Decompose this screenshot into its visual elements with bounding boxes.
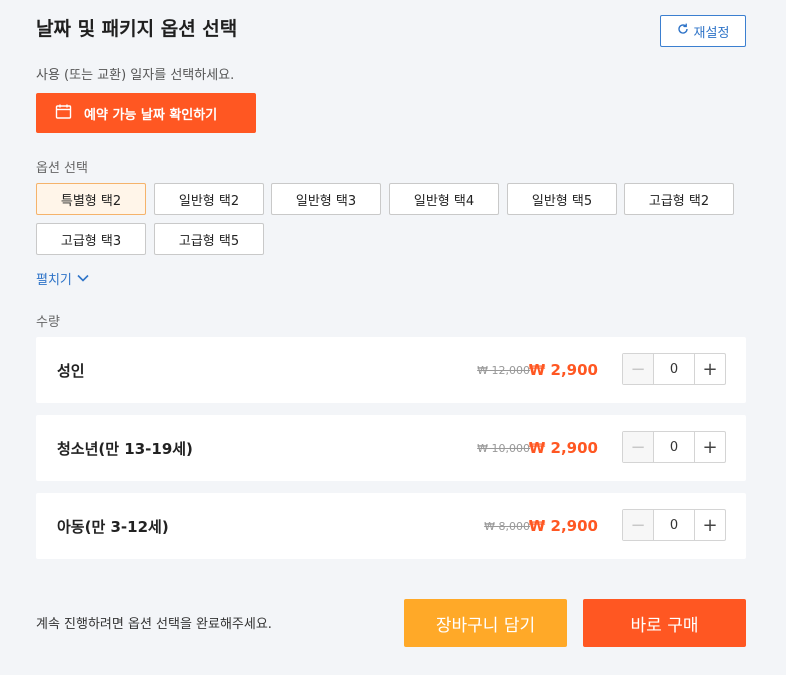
option-label: 고급형 택3 [60, 233, 122, 249]
reset-label: 재설정 [693, 25, 730, 41]
option-item[interactable]: 일반형 택4 [389, 183, 499, 215]
option-item[interactable]: 고급형 택3 [36, 223, 146, 255]
ticket-type: 청소년(만 13-19세) [57, 439, 193, 458]
original-price: ₩ 12,000 [477, 363, 530, 377]
increase-button[interactable]: + [694, 510, 725, 540]
decrease-button[interactable]: − [623, 510, 654, 540]
footer-note: 계속 진행하려면 옵션 선택을 완료해주세요. [36, 617, 272, 632]
quantity-stepper: − + [622, 509, 726, 541]
option-label: 일반형 택5 [531, 193, 593, 209]
add-to-cart-button[interactable]: 장바구니 담기 [404, 599, 567, 647]
option-label: 고급형 택2 [648, 193, 710, 209]
buy-now-button[interactable]: 바로 구매 [583, 599, 746, 647]
quantity-input[interactable] [654, 354, 694, 384]
option-item[interactable]: 일반형 택2 [154, 183, 264, 215]
reset-button[interactable]: 재설정 [660, 15, 746, 47]
quantity-stepper: − + [622, 353, 726, 385]
option-label: 일반형 택2 [178, 193, 240, 209]
sale-price: ₩ 2,900 [528, 517, 598, 535]
sale-price: ₩ 2,900 [528, 361, 598, 379]
decrease-button[interactable]: − [623, 432, 654, 462]
option-item[interactable]: 일반형 택5 [507, 183, 617, 215]
option-label: 일반형 택4 [413, 193, 475, 209]
decrease-button[interactable]: − [623, 354, 654, 384]
options-label: 옵션 선택 [36, 161, 88, 176]
quantity-row: 아동(만 3-12세) ₩ 8,000 ₩ 2,900 − + [36, 493, 746, 559]
ticket-type: 아동(만 3-12세) [57, 517, 169, 536]
quantity-input[interactable] [654, 432, 694, 462]
option-label: 고급형 택5 [178, 233, 240, 249]
ticket-type: 성인 [57, 361, 85, 380]
calendar-icon [55, 103, 72, 124]
option-item[interactable]: 고급형 택5 [154, 223, 264, 255]
quantity-row: 청소년(만 13-19세) ₩ 10,000 ₩ 2,900 − + [36, 415, 746, 481]
check-dates-button[interactable]: 예약 가능 날짜 확인하기 [36, 93, 256, 133]
sale-price: ₩ 2,900 [528, 439, 598, 457]
option-label: 특별형 택2 [60, 193, 122, 209]
option-item[interactable]: 고급형 택2 [624, 183, 734, 215]
refresh-icon [677, 23, 689, 39]
option-item[interactable]: 일반형 택3 [271, 183, 381, 215]
increase-button[interactable]: + [694, 432, 725, 462]
check-dates-label: 예약 가능 날짜 확인하기 [84, 107, 218, 123]
option-item[interactable]: 특별형 택2 [36, 183, 146, 215]
option-label: 일반형 택3 [295, 193, 357, 209]
page-title: 날짜 및 패키지 옵션 선택 [36, 18, 238, 40]
quantity-row: 성인 ₩ 12,000 ₩ 2,900 − + [36, 337, 746, 403]
chevron-down-icon [77, 271, 89, 286]
original-price: ₩ 8,000 [484, 519, 530, 533]
quantity-stepper: − + [622, 431, 726, 463]
expand-label: 펼치기 [36, 273, 72, 288]
increase-button[interactable]: + [694, 354, 725, 384]
expand-options-link[interactable]: 펼치기 [36, 269, 89, 288]
original-price: ₩ 10,000 [477, 441, 530, 455]
quantity-input[interactable] [654, 510, 694, 540]
date-instruction: 사용 (또는 교환) 일자를 선택하세요. [36, 68, 235, 83]
quantity-label: 수량 [36, 315, 60, 330]
